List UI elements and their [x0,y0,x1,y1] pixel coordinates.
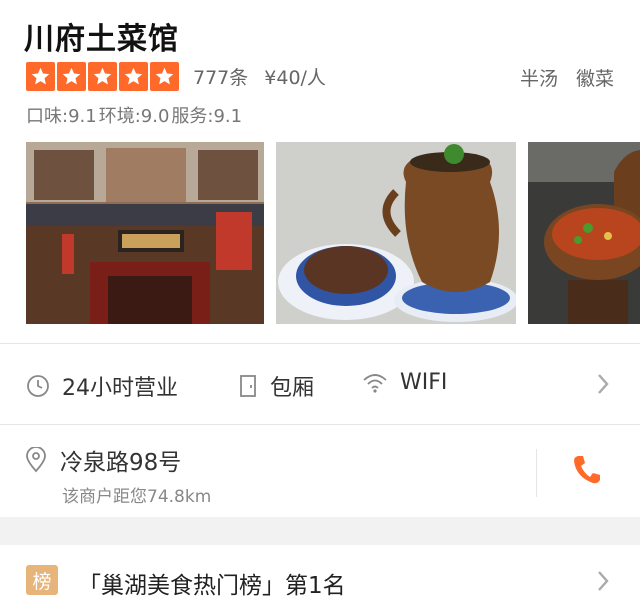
score-service: 服务:9.1 [171,106,243,127]
distance-text: 该商户距您74.8km [62,487,212,507]
room-label: 包厢 [270,376,315,401]
address-text[interactable]: 冷泉路98号 [60,443,181,477]
average-price: ¥40/人 [264,66,326,89]
door-icon [240,375,256,397]
section-gap [0,517,640,545]
room-feature: 包厢 [238,370,314,402]
ranking-text: 「巢湖美食热门榜」第1名 [78,573,346,599]
vertical-divider [536,449,537,497]
clock-icon [27,375,49,397]
tag-district: 半汤 [519,68,558,90]
hotpot-photo[interactable] [528,142,640,324]
star-rating [26,61,179,91]
location-pin-icon [26,447,46,473]
star-icon [88,61,117,91]
score-environment: 环境:9.0 [98,106,170,127]
storefront-photo[interactable] [26,142,264,324]
ranking-badge: 榜 [26,565,58,595]
shop-title: 川府土菜馆 [24,22,179,57]
address-block[interactable]: 冷泉路98号 该商户距您74.8km [0,425,640,517]
phone-icon[interactable] [572,453,602,485]
star-icon [26,61,55,91]
score-taste: 口味:9.1 [26,106,97,127]
star-icon [150,61,179,91]
rating-row: 777条 ¥40/人 [26,60,326,92]
chevron-right-icon[interactable] [596,372,610,396]
sub-scores: 口味:9.1 环境:9.0 服务:9.1 [26,102,242,128]
dish-photo[interactable] [276,142,516,324]
wifi-icon [363,373,387,393]
features-row[interactable]: 24小时营业 包厢 WIFI [0,344,640,424]
star-icon [119,61,148,91]
photo-gallery[interactable] [26,142,640,324]
review-count[interactable]: 777条 [193,63,248,90]
chevron-right-icon[interactable] [596,569,610,593]
wifi-feature: WIFI [362,370,447,395]
star-icon [57,61,86,91]
hours-label: 24小时营业 [62,376,178,401]
tag-cuisine: 徽菜 [575,68,614,90]
cuisine-tags: 半汤 徽菜 [520,64,614,91]
ranking-row[interactable]: 榜 「巢湖美食热门榜」第1名 [0,545,640,613]
wifi-label: WIFI [400,370,448,395]
address-line: 冷泉路98号 [24,443,181,477]
hours-feature: 24小时营业 [26,370,178,402]
